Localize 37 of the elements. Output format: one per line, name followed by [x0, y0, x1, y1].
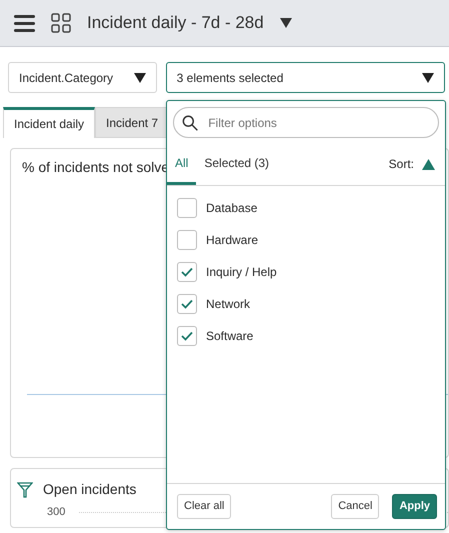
option-label: Hardware: [206, 232, 258, 249]
axis-label: 300: [47, 505, 66, 520]
checkbox[interactable]: [177, 198, 197, 218]
caret-icon: [422, 72, 434, 82]
caret-icon[interactable]: [280, 18, 292, 28]
sort-label: Sort:: [388, 156, 414, 173]
search-field[interactable]: Filter options: [173, 107, 439, 138]
checkbox[interactable]: [177, 230, 197, 250]
option-label: Software: [206, 328, 254, 345]
card-title: Open incidents: [43, 480, 136, 499]
check-icon: [181, 299, 193, 309]
sort-ascending-icon[interactable]: [422, 158, 435, 170]
grid-icon[interactable]: [51, 13, 71, 33]
tab[interactable]: All: [167, 143, 196, 185]
select-field[interactable]: Incident.Category: [8, 62, 157, 93]
page-title: Incident daily - 7d - 28d: [87, 12, 264, 34]
search-icon: [182, 114, 198, 132]
select-value: 3 elements selected: [176, 70, 284, 86]
menu-icon[interactable]: [14, 14, 35, 32]
checkbox[interactable]: [177, 262, 197, 282]
checkbox[interactable]: [177, 326, 197, 346]
check-icon: [181, 331, 193, 341]
apply-button[interactable]: Apply: [392, 494, 437, 519]
tab[interactable]: Selected (3): [196, 143, 278, 185]
cancel-button[interactable]: Cancel: [331, 494, 380, 519]
option-label: Database: [206, 200, 258, 217]
option-label: Network: [206, 296, 250, 313]
filter-icon: [17, 482, 33, 498]
select-value: Incident.Category: [19, 70, 114, 86]
checkbox[interactable]: [177, 294, 197, 314]
caret-icon: [134, 72, 146, 82]
tab[interactable]: Incident daily: [3, 107, 96, 138]
select-field[interactable]: 3 elements selected: [166, 62, 445, 93]
search-input[interactable]: Filter options: [206, 112, 430, 132]
option-label: Inquiry / Help: [206, 264, 277, 281]
check-icon: [181, 267, 193, 277]
clear-button[interactable]: Clear all: [177, 494, 232, 519]
